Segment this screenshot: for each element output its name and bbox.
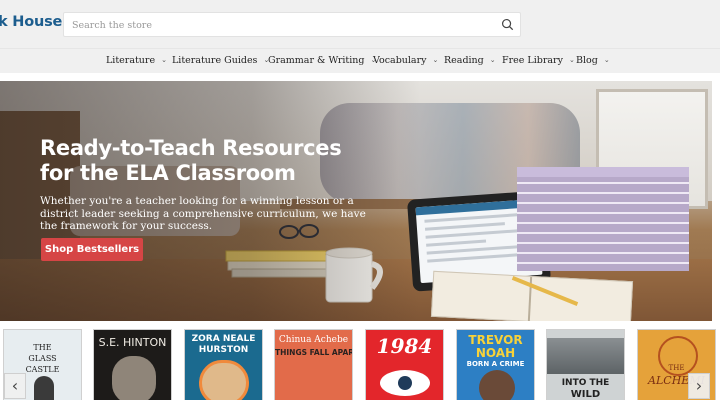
book-author-text: TREVOR	[468, 333, 523, 347]
nav-label: Literature	[106, 55, 156, 66]
book-title-text: BORN A CRIME	[466, 360, 525, 368]
cover-photo	[547, 338, 624, 374]
book-title-text: THE	[33, 343, 52, 352]
chevron-down-icon: ⌄	[432, 56, 439, 64]
nav-item-blog[interactable]: Blog ⌄	[576, 55, 610, 66]
hero-banner: Ready-to-Teach Resources for the ELA Cla…	[0, 81, 712, 321]
nav-label: Literature Guides	[172, 55, 258, 66]
book-cover-into-the-wild[interactable]: INTO THE WILD	[546, 329, 625, 400]
nav-label: Blog	[576, 55, 598, 66]
chevron-down-icon: ⌄	[568, 56, 575, 64]
nav-item-literature-guides[interactable]: Literature Guides ⌄	[172, 55, 269, 66]
cover-figure	[199, 360, 249, 400]
cover-figure	[34, 376, 54, 400]
book-author-text: ZORA NEALE	[191, 334, 256, 344]
book-author-text: HURSTON	[198, 345, 249, 355]
book-author-text: Chinua Achebe	[278, 335, 349, 345]
nav-item-grammar-writing[interactable]: Grammar & Writing ⌄	[268, 55, 376, 66]
book-title-text: THINGS FALL APART	[275, 348, 353, 357]
store-logo[interactable]: k House	[0, 14, 62, 30]
nav-item-free-library[interactable]: Free Library ⌄	[502, 55, 575, 66]
book-title-text: INTO THE	[561, 378, 610, 388]
cover-figure	[479, 370, 515, 400]
book-author-text: S.E. HINTON	[98, 336, 167, 349]
chevron-down-icon: ⌄	[489, 56, 496, 64]
nav-label: Vocabulary	[373, 55, 427, 66]
book-cover-outsiders[interactable]: S.E. HINTON	[93, 329, 172, 400]
carousel-next-arrow-icon[interactable]: ›	[688, 373, 710, 399]
nav-label: Free Library	[502, 55, 563, 66]
book-cover-hurston[interactable]: ZORA NEALE HURSTON	[184, 329, 263, 400]
search-icon[interactable]	[501, 18, 514, 31]
book-title-text: WILD	[570, 389, 601, 400]
book-title-text: GLASS	[28, 354, 57, 363]
nav-label: Grammar & Writing	[268, 55, 365, 66]
book-title-text: 1984	[376, 334, 433, 358]
nav-label: Reading	[444, 55, 484, 66]
nav-item-reading[interactable]: Reading ⌄	[444, 55, 496, 66]
main-nav: Literature ⌄ Literature Guides ⌄ Grammar &…	[0, 48, 720, 73]
book-author-text: NOAH	[475, 346, 516, 360]
search-input[interactable]	[72, 17, 492, 33]
chevron-down-icon: ⌄	[603, 56, 610, 64]
eye-pupil	[398, 376, 412, 390]
cover-figure	[112, 356, 156, 400]
book-carousel: THE GLASS CASTLE S.E. HINTON ZORA NEALE …	[0, 329, 720, 400]
book-cover-1984[interactable]: 1984	[365, 329, 444, 400]
workbook-pile-illustration	[517, 167, 689, 271]
book-cover-born-a-crime[interactable]: TREVOR NOAH BORN A CRIME	[456, 329, 535, 400]
top-header: k House	[0, 0, 720, 48]
hero-title: Ready-to-Teach Resources for the ELA Cla…	[40, 136, 342, 185]
nav-item-literature[interactable]: Literature ⌄	[106, 55, 167, 66]
book-title-text: THE	[668, 364, 685, 372]
search-bar[interactable]	[63, 12, 521, 37]
hero-subtitle: Whether you're a teacher looking for a w…	[40, 195, 366, 232]
chevron-down-icon: ⌄	[161, 56, 167, 64]
carousel-prev-arrow-icon[interactable]: ‹	[4, 373, 26, 399]
shop-bestsellers-button[interactable]: Shop Bestsellers	[41, 238, 143, 261]
nav-item-vocabulary[interactable]: Vocabulary ⌄	[373, 55, 438, 66]
book-cover-things-fall-apart[interactable]: Chinua Achebe THINGS FALL APART	[274, 329, 353, 400]
